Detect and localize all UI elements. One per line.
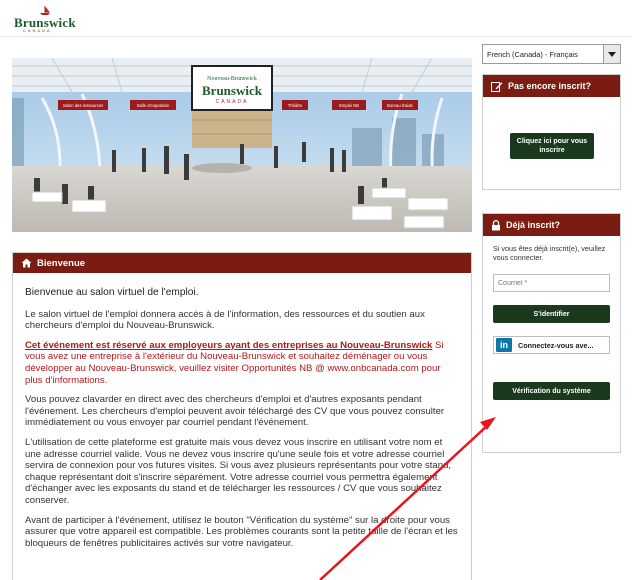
employers-only-link[interactable]: Cet événement est réservé aux employeurs… [25,340,432,351]
booth-label-resources: Salon des ressources [63,103,103,108]
signup-panel: Pas encore inscrit? Cliquez ici pour vou… [482,74,621,190]
language-dropdown-toggle[interactable] [603,45,620,63]
signup-panel-header: Pas encore inscrit? [483,75,620,97]
logo-subtitle: CANADA [23,28,52,33]
language-selected-value: French (Canada) - Français [487,49,578,59]
hero-sign-sub: CANADA [216,99,249,105]
lock-icon [492,219,500,230]
email-input[interactable] [493,274,610,292]
hero-sign-wordmark: Brunswick [202,83,263,98]
welcome-paragraph-1: Le salon virtuel de l'emploi donnera acc… [25,308,425,332]
welcome-paragraph-4: L'utilisation de cette plateforme est gr… [25,436,452,506]
signin-button[interactable]: S'identifier [493,305,610,323]
virtual-hall-image: Nouveau-Brunswick Brunswick CANADA Salon… [12,58,472,232]
booth-label-theatre: Théâtre [288,103,303,108]
login-panel-header: Déjà inscrit? [483,214,620,236]
caret-down-icon [608,51,616,57]
login-instructions: Si vous êtes déjà inscrit(e), veuillez v… [493,244,606,262]
language-select[interactable]: French (Canada) - Français [482,44,621,64]
system-check-button[interactable]: Vérification du système [493,382,610,400]
welcome-paragraph-5: Avant de participer à l'événement, utili… [25,514,458,549]
booth-label-exhibition: Salle d'exposition [137,103,170,108]
linkedin-button-label: Connectez-vous ave... [518,340,594,350]
welcome-panel-header: Bienvenue [13,253,471,273]
linkedin-login-button[interactable]: in Connectez-vous ave... [493,336,610,354]
virtual-hall-illustration: Nouveau-Brunswick Brunswick CANADA Salon… [12,58,472,232]
edit-icon [491,81,503,92]
welcome-paragraph-2: Cet événement est réservé aux employeurs… [25,340,459,386]
top-bar: Brunswick CANADA [0,0,632,37]
welcome-paragraph-3: Vous pouvez clavarder en direct avec des… [25,394,445,429]
register-button[interactable]: Cliquez ici pour vous inscrire [510,133,594,159]
brunswick-logo[interactable]: Brunswick CANADA [14,6,76,33]
login-panel: Déjà inscrit? Si vous êtes déjà inscrit(… [482,213,621,453]
welcome-title: Bienvenue au salon virtuel de l'emploi. [25,287,199,298]
booth-label-emploi-nb: Emploi NB [339,103,359,108]
login-header-label: Déjà inscrit? [506,220,561,230]
linkedin-icon: in [496,338,512,352]
welcome-header-label: Bienvenue [37,257,86,269]
booth-label-help-desk: Bureau d'aide [387,103,413,108]
hero-sign-text: Nouveau-Brunswick [207,76,257,82]
welcome-panel: Bienvenue Bienvenue au salon virtuel de … [12,252,472,580]
signup-header-label: Pas encore inscrit? [508,81,592,91]
home-icon [21,258,32,268]
